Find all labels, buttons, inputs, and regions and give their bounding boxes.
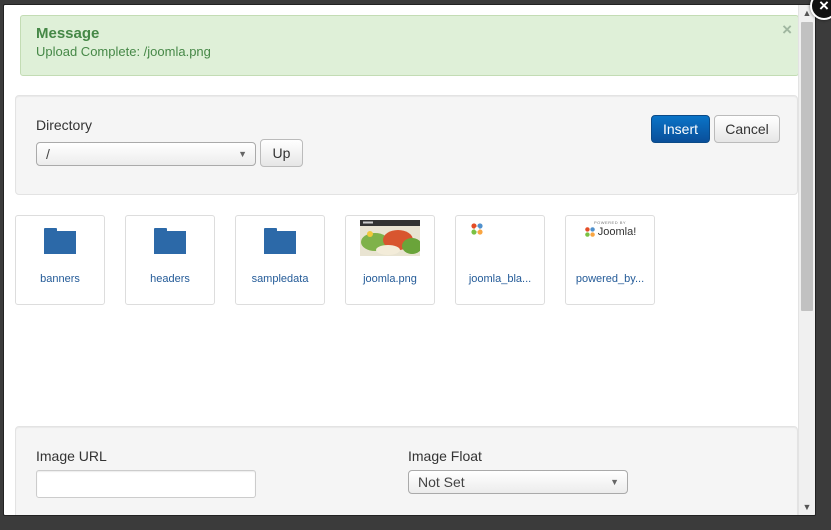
chevron-down-icon: ▼ <box>610 477 619 487</box>
image-url-value <box>37 476 43 491</box>
insert-button[interactable]: Insert <box>651 115 710 143</box>
folder-icon <box>236 226 324 262</box>
image-properties-panel: Image URL Image Float Not Set ▼ <box>15 426 798 515</box>
modal-content: Message Upload Complete: /joomla.png × D… <box>4 5 800 515</box>
cancel-button[interactable]: Cancel <box>714 115 780 143</box>
image-float-select[interactable]: Not Set ▼ <box>408 470 628 494</box>
file-label: sampledata <box>251 273 309 285</box>
alert-close-icon[interactable]: × <box>782 20 792 40</box>
directory-select[interactable]: / ▼ <box>36 142 256 166</box>
chevron-down-icon: ▼ <box>238 149 247 159</box>
media-manager-modal: Message Upload Complete: /joomla.png × D… <box>3 4 816 516</box>
file-label: headers <box>150 273 190 285</box>
image-preview-icon <box>346 220 434 256</box>
file-label: powered_by... <box>575 273 645 285</box>
image-float-label: Image Float <box>408 448 482 464</box>
directory-panel: Directory / ▼ Up Insert Cancel <box>15 95 798 195</box>
file-label: joomla.png <box>363 273 417 285</box>
image-item-powered-by[interactable]: POWERED BY Joomla! powered_by... <box>565 215 655 305</box>
joomla-logo-text: Joomla! <box>597 226 637 238</box>
file-label: joomla_bla... <box>468 273 532 285</box>
powered-by-text: POWERED BY <box>593 220 627 225</box>
joomla-mark-icon <box>584 227 595 237</box>
folder-item-banners[interactable]: banners <box>15 215 105 305</box>
image-url-label: Image URL <box>36 448 107 464</box>
image-url-input[interactable] <box>36 470 256 498</box>
scroll-down-icon[interactable]: ▼ <box>799 499 815 515</box>
alert-message: Upload Complete: /joomla.png <box>36 44 211 59</box>
image-float-selected-value: Not Set <box>418 474 465 490</box>
scrollbar-thumb[interactable] <box>801 22 813 311</box>
folder-item-sampledata[interactable]: sampledata <box>235 215 325 305</box>
file-label: banners <box>40 273 80 285</box>
vertical-scrollbar[interactable]: ▲ ▼ <box>798 5 815 515</box>
directory-label: Directory <box>36 117 93 133</box>
folder-icon <box>16 226 104 262</box>
up-button[interactable]: Up <box>260 139 303 167</box>
folder-item-headers[interactable]: headers <box>125 215 215 305</box>
alert-heading: Message <box>36 25 100 42</box>
image-item-joomla-png[interactable]: joomla.png <box>345 215 435 305</box>
directory-selected-value: / <box>46 146 50 162</box>
folder-icon <box>126 226 214 262</box>
powered-by-joomla-logo-icon: POWERED BY Joomla! <box>566 220 654 256</box>
image-item-joomla-black[interactable]: joomla_bla... <box>455 215 545 305</box>
joomla-logo-icon <box>456 222 544 258</box>
upload-success-alert: Message Upload Complete: /joomla.png × <box>20 15 799 76</box>
